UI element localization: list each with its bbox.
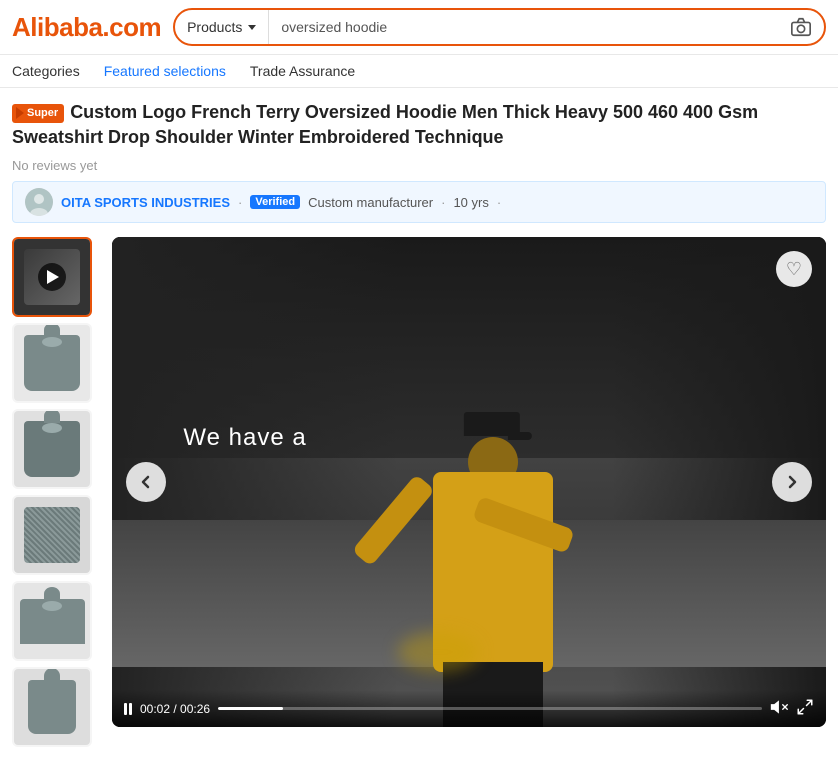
seller-years: 10 yrs: [453, 195, 488, 210]
thumbnail-video[interactable]: [12, 237, 92, 317]
search-category-label: Products: [187, 19, 242, 35]
header: Alibaba.com Products: [0, 0, 838, 55]
thumbnail-fabric[interactable]: [12, 495, 92, 575]
video-controls: 00:02 / 00:26: [112, 690, 826, 727]
seller-bar: OITA SPORTS INDUSTRIES · Verified Custom…: [12, 181, 826, 223]
time-separator: /: [170, 702, 180, 716]
pause-bar-right: [129, 703, 132, 715]
fullscreen-button[interactable]: [796, 698, 814, 719]
time-display: 00:02 / 00:26: [140, 702, 210, 716]
thumbnail-hoodie-3[interactable]: [12, 581, 92, 661]
progress-fill: [218, 707, 283, 710]
nav-item-trade[interactable]: Trade Assurance: [250, 63, 355, 79]
reviews-label: No reviews yet: [12, 158, 826, 173]
seller-avatar: [25, 188, 53, 216]
search-input[interactable]: [269, 10, 778, 44]
product-section: SuperCustom Logo French Terry Oversized …: [0, 88, 838, 747]
seller-name[interactable]: OITA SPORTS INDUSTRIES: [61, 195, 230, 210]
search-category-dropdown[interactable]: Products: [175, 10, 269, 44]
time-current: 00:02: [140, 702, 170, 716]
video-player[interactable]: We have a ♡: [112, 237, 826, 727]
pause-button[interactable]: [124, 703, 132, 715]
thumbnails-column: [12, 237, 100, 747]
pause-icon: [124, 703, 132, 715]
product-title: SuperCustom Logo French Terry Oversized …: [12, 100, 826, 150]
super-badge: Super: [12, 104, 64, 123]
pause-bar-left: [124, 703, 127, 715]
nav-item-featured[interactable]: Featured selections: [104, 63, 226, 79]
person-arm-right: [472, 496, 575, 554]
next-arrow-button[interactable]: [772, 462, 812, 502]
seller-type: Custom manufacturer: [308, 195, 433, 210]
main-content: We have a ♡: [12, 237, 826, 747]
volume-button[interactable]: [770, 698, 788, 719]
nav-bar: Categories Featured selections Trade Ass…: [0, 55, 838, 88]
video-scene: [112, 237, 826, 727]
thumbnail-hoodie-2[interactable]: [12, 409, 92, 489]
verified-badge: Verified: [250, 195, 300, 209]
chevron-down-icon: [248, 25, 256, 30]
video-text-overlay: We have a: [183, 424, 306, 452]
thumbnail-hoodie-1[interactable]: [12, 323, 92, 403]
seller-dot2: ·: [497, 195, 501, 210]
floor-yellow-reflection: [398, 632, 478, 672]
seller-dot: ·: [238, 195, 242, 210]
title-area: SuperCustom Logo French Terry Oversized …: [12, 100, 826, 150]
nav-item-categories[interactable]: Categories: [12, 63, 80, 79]
prev-arrow-button[interactable]: [126, 462, 166, 502]
seller-separator: ·: [441, 195, 445, 210]
thumbnail-hoodie-4[interactable]: [12, 667, 92, 747]
time-total: 00:26: [180, 702, 210, 716]
camera-search-button[interactable]: [778, 16, 824, 38]
progress-bar[interactable]: [218, 707, 762, 710]
search-bar: Products: [173, 8, 826, 46]
logo[interactable]: Alibaba.com: [12, 12, 161, 43]
person-cap: [464, 412, 520, 436]
